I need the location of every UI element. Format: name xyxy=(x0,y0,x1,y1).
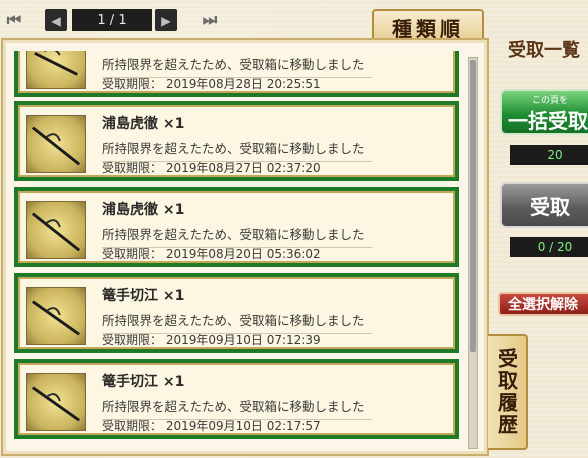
first-page-icon[interactable]: ⏮ xyxy=(3,9,25,31)
receive-history-tab[interactable]: 受取履歴 xyxy=(488,334,528,450)
list-item[interactable]: 浦島虎徹 ×1 所持限界を超えたため、受取箱に移動しました 受取期限： 2019… xyxy=(14,101,459,181)
bulk-count: 20 xyxy=(510,145,588,165)
item-title: 篭手切江 ×1 xyxy=(102,288,185,304)
list-item[interactable]: 篭手切江 ×1 所持限界を超えたため、受取箱に移動しました 受取期限： 2019… xyxy=(14,359,459,439)
list-scrollbar[interactable] xyxy=(468,57,478,449)
item-limit: 受取期限： 2019年09月10日 02:17:57 xyxy=(102,419,321,433)
item-limit: 受取期限： 2019年08月20日 05:36:02 xyxy=(102,247,321,261)
item-limit: 受取期限： 2019年08月28日 20:25:51 xyxy=(102,77,321,91)
item-thumbnail-icon xyxy=(26,201,86,259)
scrollbar-thumb[interactable] xyxy=(470,60,476,352)
item-thumbnail-icon xyxy=(26,51,86,89)
list-item[interactable]: 浦島虎徹 ×1 所持限界を超えたため、受取箱に移動しました 受取期限： 2019… xyxy=(14,187,459,267)
bulk-receive-label: 一括受取 xyxy=(508,109,588,133)
item-limit: 受取期限： 2019年09月10日 07:12:39 xyxy=(102,333,321,347)
receive-history-label: 受取履歴 xyxy=(494,348,519,436)
receive-button[interactable]: 受取 xyxy=(500,182,588,228)
item-thumbnail-icon xyxy=(26,115,86,173)
sort-tab[interactable]: 種類順 xyxy=(372,9,484,43)
next-page-icon[interactable]: ▶ xyxy=(155,9,177,31)
item-title: 篭手切江 ×1 xyxy=(102,374,185,390)
list-item[interactable]: 所持限界を超えたため、受取箱に移動しました 受取期限： 2019年08月28日 … xyxy=(14,51,459,97)
last-page-icon[interactable]: ⏭ xyxy=(199,9,221,31)
receive-list-title: 受取一覧 xyxy=(508,40,580,61)
receive-list: 所持限界を超えたため、受取箱に移動しました 受取期限： 2019年08月28日 … xyxy=(14,51,459,449)
item-thumbnail-icon xyxy=(26,373,86,431)
item-title: 浦島虎徹 ×1 xyxy=(102,202,185,218)
receive-list-panel: 所持限界を超えたため、受取箱に移動しました 受取期限： 2019年08月28日 … xyxy=(1,38,489,456)
selected-count: 0 / 20 xyxy=(510,237,588,257)
item-thumbnail-icon xyxy=(26,287,86,345)
list-item[interactable]: 篭手切江 ×1 所持限界を超えたため、受取箱に移動しました 受取期限： 2019… xyxy=(14,273,459,353)
item-title: 浦島虎徹 ×1 xyxy=(102,116,185,132)
prev-page-icon[interactable]: ◀ xyxy=(45,9,67,31)
bulk-receive-button[interactable]: この頁を 一括受取 xyxy=(500,89,588,135)
page-number: 1 / 1 xyxy=(72,9,152,31)
clear-selection-button[interactable]: 全選択解除 xyxy=(498,292,588,316)
item-limit: 受取期限： 2019年08月27日 02:37:20 xyxy=(102,161,321,175)
pager: ⏮ ◀ 1 / 1 ▶ ⏭ xyxy=(0,9,230,31)
